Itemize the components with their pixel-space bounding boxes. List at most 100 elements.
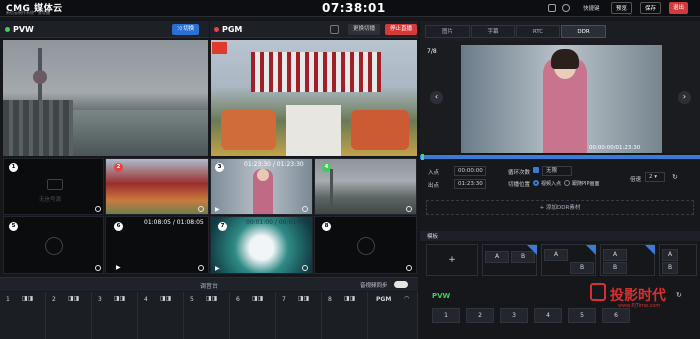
key-a[interactable]: A — [544, 249, 568, 261]
headphone-icon[interactable]: ◠ — [404, 295, 409, 302]
pvw-bus-button-4[interactable]: 4 — [534, 308, 562, 323]
preview-button[interactable]: 预览 — [611, 2, 633, 14]
prev-arrow-icon[interactable]: ‹ — [430, 91, 443, 104]
channel-number: 7 — [282, 296, 286, 303]
speaker-icon[interactable]: ◨◨ — [206, 295, 217, 302]
pvw-bus-button-1[interactable]: 1 — [432, 308, 460, 323]
refresh-icon[interactable]: ↻ — [672, 173, 678, 181]
exit-label: 退出 — [673, 5, 685, 11]
pvw-monitor[interactable] — [3, 40, 208, 156]
speaker-icon[interactable]: ◨◨ — [160, 295, 171, 302]
in-point-field[interactable]: 00:00:00 — [454, 166, 486, 176]
save-button[interactable]: 保存 — [640, 2, 662, 14]
gear-icon[interactable] — [406, 206, 412, 212]
channel-strip-6[interactable]: 6 ◨◨ — [230, 292, 276, 339]
speaker-icon[interactable]: ◨◨ — [22, 295, 33, 302]
key-b[interactable]: B — [570, 262, 594, 274]
key-b[interactable]: B — [662, 262, 678, 274]
next-arrow-icon[interactable]: › — [678, 91, 691, 104]
template-item-3[interactable]: A B — [600, 244, 655, 276]
key-a[interactable]: A — [485, 251, 509, 263]
channel-number: 5 — [190, 296, 194, 303]
out-point-field[interactable]: 01:23:30 — [454, 179, 486, 189]
tab-ddr[interactable]: DDR — [561, 25, 606, 38]
tab-rtc[interactable]: RTC — [516, 25, 560, 38]
exit-button[interactable]: 退出 — [669, 2, 689, 14]
source-cell-8[interactable]: 8 — [314, 216, 417, 274]
speaker-icon[interactable]: ◨◨ — [252, 295, 263, 302]
gear-icon[interactable] — [330, 25, 339, 34]
tab-subtitles[interactable]: 字幕 — [471, 25, 515, 38]
add-template-button[interactable]: + — [426, 244, 478, 276]
gear-icon[interactable] — [198, 265, 204, 271]
in-label: 入点 — [428, 170, 440, 176]
top-bar: CMG 媒体云 新信云制作系统 · 云导播 07:38:01 快捷键 预览 保存… — [0, 0, 700, 17]
pvw-bus-button-2[interactable]: 2 — [466, 308, 494, 323]
source-cell-2[interactable]: 2 — [105, 158, 209, 215]
shortcut-button[interactable]: 快捷键 — [583, 4, 600, 12]
gear-icon[interactable] — [302, 206, 308, 212]
follow-pip-radio[interactable] — [564, 180, 570, 186]
source-cell-1[interactable]: 1 无信号源 — [3, 158, 104, 215]
template-item-4[interactable]: A B — [659, 244, 697, 276]
source-timecode: 00:01:00 / 00:01:00 — [246, 219, 306, 226]
buildings-image — [3, 100, 73, 156]
pvw-bus-label: PVW — [432, 292, 451, 300]
ddr-timeline[interactable] — [420, 155, 700, 159]
speed-select[interactable]: 2 ▾ — [645, 172, 665, 182]
play-icon[interactable]: ▶ — [215, 265, 220, 272]
channel-strip-4[interactable]: 4 ◨◨ — [138, 292, 184, 339]
source-cell-3[interactable]: 3 01:23:30 / 01:23:30 ▶ — [210, 158, 313, 215]
cut-button[interactable]: ⤨ 切换 — [172, 24, 200, 35]
source-cell-5[interactable]: 5 — [3, 216, 104, 274]
key-b[interactable]: B — [603, 262, 627, 274]
pvw-bus-button-5[interactable]: 5 — [568, 308, 596, 323]
channel-strip-1[interactable]: 1 ◨◨ — [0, 292, 46, 339]
av-sync-toggle[interactable] — [394, 281, 408, 288]
source-cell-4[interactable]: 4 — [314, 158, 417, 215]
gear-icon[interactable] — [302, 265, 308, 271]
gear-icon[interactable] — [95, 265, 101, 271]
ddr-preview-video[interactable]: 00:00:00/01:23:30 — [461, 45, 662, 153]
pvw-bus-button-3[interactable]: 3 — [500, 308, 528, 323]
gear-icon[interactable] — [198, 206, 204, 212]
loop-checkbox[interactable] — [533, 167, 539, 173]
channel-strip-pgm[interactable]: PGM ◠ — [368, 292, 418, 339]
ddr-timecode: 00:00:00/01:23:30 — [589, 145, 641, 151]
refresh-icon[interactable]: ↻ — [676, 291, 682, 299]
tab-ddr-label: DDR — [577, 29, 590, 35]
pgm-monitor[interactable] — [211, 40, 417, 156]
channel-strip-5[interactable]: 5 ◨◨ — [184, 292, 230, 339]
signal-icon — [45, 237, 63, 255]
gear-icon[interactable] — [95, 206, 101, 212]
video-inpoint-radio[interactable] — [533, 180, 539, 186]
template-item-2[interactable]: A B — [541, 244, 596, 276]
source-cell-7[interactable]: 7 00:01:00 / 00:01:00 ▶ — [210, 216, 313, 274]
source-number: 7 — [218, 222, 227, 231]
speaker-icon[interactable]: ◨◨ — [68, 295, 79, 302]
pvw-bus-button-6[interactable]: 6 — [602, 308, 630, 323]
play-icon[interactable]: ▶ — [116, 264, 121, 271]
channel-strip-8[interactable]: 8 ◨◨ — [322, 292, 368, 339]
switch-button[interactable]: 更换切播 — [348, 24, 381, 35]
speaker-icon[interactable]: ◨◨ — [298, 295, 309, 302]
template-item-1[interactable]: A B — [482, 244, 537, 276]
add-ddr-button[interactable]: + 添加DDR素材 — [426, 200, 694, 215]
stop-live-button[interactable]: 停止直播 — [385, 24, 418, 35]
channel-strip-3[interactable]: 3 ◨◨ — [92, 292, 138, 339]
key-a[interactable]: A — [662, 249, 678, 261]
channel-strip-2[interactable]: 2 ◨◨ — [46, 292, 92, 339]
notification-icon[interactable] — [548, 4, 556, 12]
loop-count-field[interactable]: 无限 — [542, 166, 572, 176]
speaker-icon[interactable]: ◨◨ — [114, 295, 125, 302]
play-icon[interactable]: ▶ — [215, 206, 220, 213]
key-a[interactable]: A — [603, 249, 627, 261]
channel-strip-7[interactable]: 7 ◨◨ — [276, 292, 322, 339]
help-icon[interactable] — [562, 4, 570, 12]
channel-number: 4 — [144, 296, 148, 303]
speaker-icon[interactable]: ◨◨ — [344, 295, 355, 302]
tab-images[interactable]: 图片 — [425, 25, 470, 38]
gear-icon[interactable] — [406, 265, 412, 271]
source-cell-6[interactable]: 6 01:08:05 / 01:08:05 ▶ — [105, 216, 209, 274]
selected-corner — [586, 245, 596, 255]
